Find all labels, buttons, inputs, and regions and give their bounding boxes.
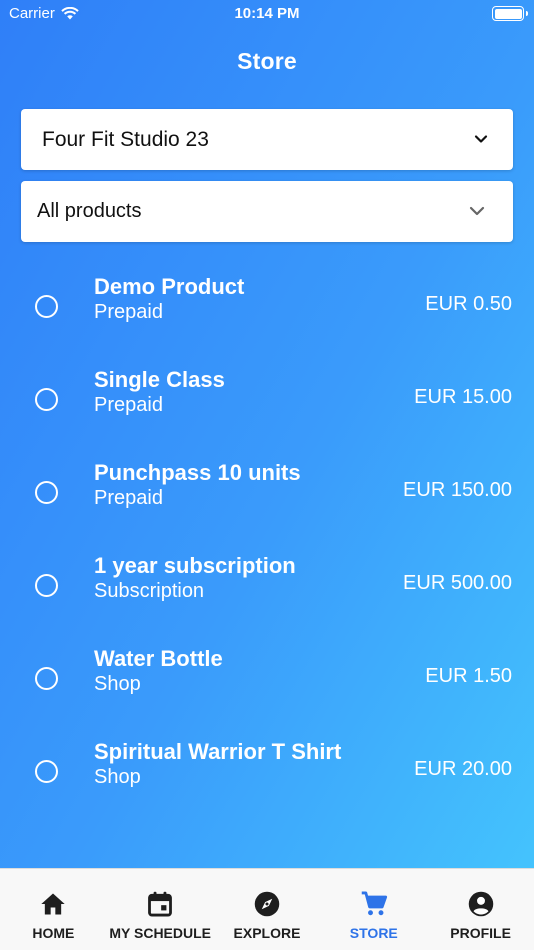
product-filter-value: All products bbox=[37, 200, 142, 222]
product-price: EUR 1.50 bbox=[425, 665, 512, 687]
tab-my-schedule-label: MY SCHEDULE bbox=[109, 925, 212, 941]
product-radio[interactable] bbox=[35, 481, 58, 504]
store-screen: Carrier 10:14 PM Store Four Fit Studio 2… bbox=[0, 0, 534, 868]
product-radio[interactable] bbox=[35, 760, 58, 783]
product-item[interactable]: Demo Product Prepaid EUR 0.50 bbox=[0, 271, 534, 351]
product-name: Single Class bbox=[94, 367, 225, 392]
tab-profile[interactable]: PROFILE bbox=[427, 869, 534, 950]
product-type: Shop bbox=[94, 766, 141, 788]
product-price: EUR 0.50 bbox=[425, 293, 512, 315]
tab-home-label: HOME bbox=[32, 925, 75, 941]
chevron-down-icon bbox=[469, 206, 485, 216]
product-price: EUR 150.00 bbox=[403, 479, 512, 501]
product-name: Demo Product bbox=[94, 274, 245, 299]
product-item[interactable]: Spiritual Warrior T Shirt Shop EUR 20.00 bbox=[0, 736, 534, 816]
product-radio[interactable] bbox=[35, 388, 58, 411]
product-name: 1 year subscription bbox=[94, 553, 296, 578]
product-price: EUR 500.00 bbox=[403, 572, 512, 594]
tab-explore[interactable]: EXPLORE bbox=[214, 869, 321, 950]
studio-select[interactable]: Four Fit Studio 23 bbox=[21, 109, 513, 170]
product-filter-select[interactable]: All products bbox=[21, 181, 513, 242]
tab-my-schedule[interactable]: MY SCHEDULE bbox=[107, 869, 214, 950]
page-title: Store bbox=[237, 48, 297, 74]
compass-icon bbox=[254, 891, 280, 917]
profile-icon bbox=[468, 891, 493, 917]
tab-profile-label: PROFILE bbox=[450, 925, 511, 941]
tab-bar: HOME MY SCHEDULE EXPLORE STORE PROFILE bbox=[0, 868, 534, 950]
product-type: Prepaid bbox=[94, 301, 163, 323]
product-name: Punchpass 10 units bbox=[94, 460, 301, 485]
product-radio[interactable] bbox=[35, 667, 58, 690]
product-item[interactable]: Punchpass 10 units Prepaid EUR 150.00 bbox=[0, 457, 534, 537]
tab-store-label: STORE bbox=[349, 925, 398, 941]
product-radio[interactable] bbox=[35, 295, 58, 318]
product-item[interactable]: 1 year subscription Subscription EUR 500… bbox=[0, 550, 534, 630]
product-name: Spiritual Warrior T Shirt bbox=[94, 739, 342, 764]
battery-icon bbox=[492, 6, 528, 21]
studio-select-value: Four Fit Studio 23 bbox=[42, 127, 209, 151]
tab-explore-label: EXPLORE bbox=[233, 925, 301, 941]
product-type: Subscription bbox=[94, 580, 205, 602]
product-type: Prepaid bbox=[94, 394, 163, 416]
calendar-icon bbox=[148, 891, 173, 917]
product-price: EUR 15.00 bbox=[414, 386, 512, 408]
status-time: 10:14 PM bbox=[234, 5, 300, 22]
status-bar: Carrier 10:14 PM bbox=[0, 0, 534, 28]
product-type: Prepaid bbox=[94, 487, 163, 509]
product-radio[interactable] bbox=[35, 574, 58, 597]
tab-store[interactable]: STORE bbox=[320, 869, 427, 950]
product-item[interactable]: Water Bottle Shop EUR 1.50 bbox=[0, 643, 534, 723]
home-icon bbox=[41, 893, 66, 915]
product-name: Water Bottle bbox=[94, 646, 223, 671]
tab-home[interactable]: HOME bbox=[0, 869, 107, 950]
product-type: Shop bbox=[94, 673, 141, 695]
product-price: EUR 20.00 bbox=[414, 758, 512, 780]
product-item[interactable]: Single Class Prepaid EUR 15.00 bbox=[0, 364, 534, 444]
cart-icon bbox=[361, 891, 387, 916]
chevron-down-icon bbox=[474, 135, 488, 143]
